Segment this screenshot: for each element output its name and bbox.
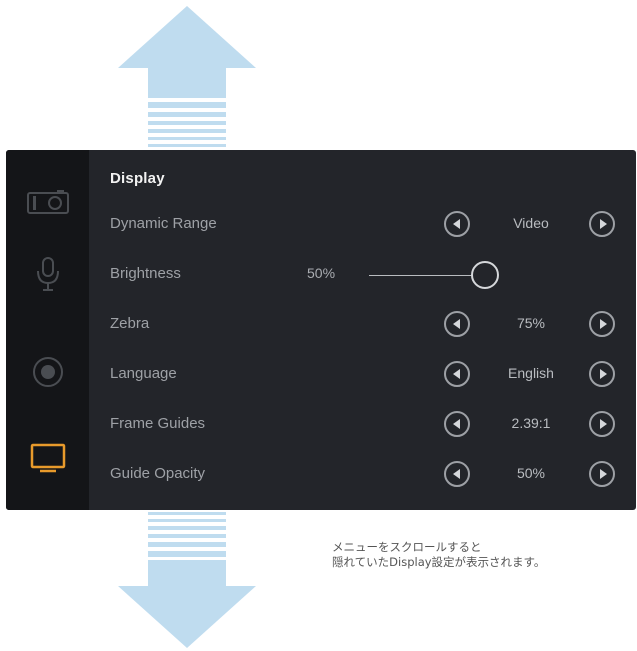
- setting-row-zebra: Zebra 75%: [89, 305, 636, 345]
- setting-label: Frame Guides: [110, 415, 206, 432]
- setting-label: Dynamic Range: [110, 215, 217, 232]
- record-icon: [32, 357, 63, 387]
- setting-value: Video: [513, 215, 549, 231]
- setting-label: Language: [110, 365, 177, 382]
- setting-label: Brightness: [110, 265, 181, 282]
- sidebar-item-audio[interactable]: [6, 244, 89, 304]
- monitor-icon: [30, 443, 65, 473]
- next-option-button[interactable]: [589, 311, 615, 337]
- brightness-slider-handle[interactable]: [471, 261, 499, 289]
- caption-line: メニューをスクロールすると: [332, 540, 482, 554]
- brightness-slider-track[interactable]: [369, 275, 479, 276]
- previous-option-button[interactable]: [444, 411, 470, 437]
- caption: メニューをスクロールすると 隠れていたDisplay設定が表示されます。: [332, 540, 545, 570]
- next-option-button[interactable]: [589, 461, 615, 487]
- settings-sidebar: [6, 150, 89, 510]
- caption-line: 隠れていたDisplay設定が表示されます。: [332, 555, 546, 569]
- settings-content: Display Dynamic Range Video Brightness 5…: [89, 150, 636, 510]
- next-option-button[interactable]: [589, 361, 615, 387]
- previous-option-button[interactable]: [444, 361, 470, 387]
- setting-row-guide-opacity: Guide Opacity 50%: [89, 455, 636, 495]
- setting-row-frame-guides: Frame Guides 2.39:1: [89, 405, 636, 445]
- chevron-right-icon: [599, 419, 607, 429]
- chevron-right-icon: [599, 319, 607, 329]
- chevron-right-icon: [599, 469, 607, 479]
- scroll-up-arrow: [118, 6, 256, 148]
- setting-row-brightness: Brightness 50%: [89, 255, 636, 295]
- chevron-right-icon: [599, 369, 607, 379]
- setting-value: 75%: [516, 315, 546, 331]
- chevron-left-icon: [452, 369, 460, 379]
- setting-label: Guide Opacity: [110, 465, 206, 482]
- brightness-value: 50%: [307, 265, 336, 281]
- chevron-right-icon: [599, 219, 607, 229]
- chevron-left-icon: [452, 469, 460, 479]
- chevron-left-icon: [452, 419, 460, 429]
- sidebar-item-camera[interactable]: [6, 172, 89, 232]
- microphone-icon: [36, 257, 59, 291]
- sidebar-item-record[interactable]: [6, 342, 89, 402]
- settings-panel: Display Dynamic Range Video Brightness 5…: [6, 150, 636, 510]
- next-option-button[interactable]: [589, 411, 615, 437]
- sidebar-item-display[interactable]: [6, 428, 89, 488]
- chevron-left-icon: [452, 219, 460, 229]
- camera-icon: [26, 190, 69, 214]
- setting-value: 50%: [516, 465, 546, 481]
- page-title: Display: [110, 170, 165, 187]
- setting-row-dynamic-range: Dynamic Range Video: [89, 205, 636, 245]
- previous-option-button[interactable]: [444, 311, 470, 337]
- previous-option-button[interactable]: [444, 461, 470, 487]
- previous-option-button[interactable]: [444, 211, 470, 237]
- setting-row-language: Language English: [89, 355, 636, 395]
- chevron-left-icon: [452, 319, 460, 329]
- setting-label: Zebra: [110, 315, 150, 332]
- next-option-button[interactable]: [589, 211, 615, 237]
- setting-value: English: [508, 365, 554, 381]
- setting-value: 2.39:1: [511, 415, 551, 431]
- scroll-down-arrow: [118, 512, 256, 648]
